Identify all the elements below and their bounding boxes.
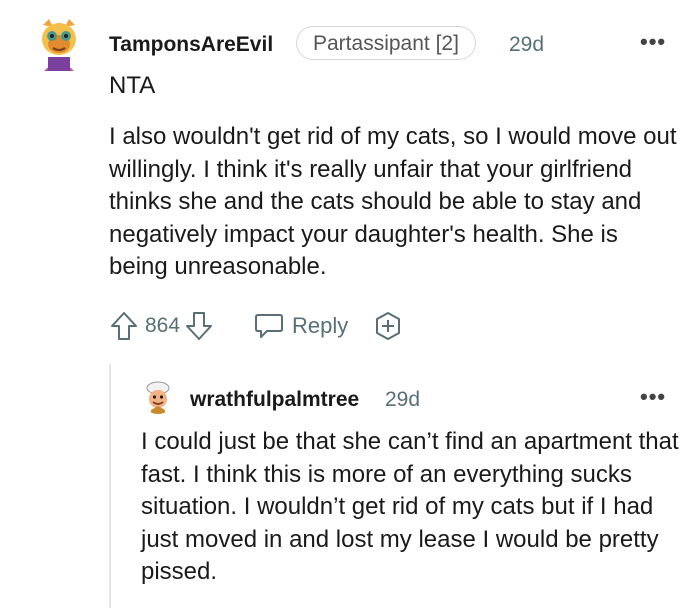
comment-more-options-icon[interactable]: ••• xyxy=(640,31,666,53)
arrow-up-icon[interactable] xyxy=(109,310,139,342)
comment-timestamp[interactable]: 29d xyxy=(509,33,544,57)
user-avatar[interactable] xyxy=(36,17,82,73)
reply-body: I could just be that she can’t find an a… xyxy=(141,428,679,586)
reply-user-avatar[interactable] xyxy=(141,380,175,414)
reply-timestamp[interactable]: 29d xyxy=(385,388,420,412)
reply-button-label: Reply xyxy=(292,313,349,338)
avatar-cat-icon xyxy=(36,17,82,73)
comment-username[interactable]: TamponsAreEvil xyxy=(109,33,273,57)
comment-body: I also wouldn't get rid of my cats, so I… xyxy=(109,123,677,281)
vote-score: 864 xyxy=(145,314,181,337)
thread-line[interactable] xyxy=(109,364,111,608)
reply-username[interactable]: wrathfulpalmtree xyxy=(190,388,359,412)
speech-bubble-icon xyxy=(255,314,284,338)
comment-verdict: NTA xyxy=(109,72,156,99)
comment-action-bar: 864 Reply xyxy=(109,308,404,344)
reply-button[interactable]: Reply xyxy=(254,312,348,340)
arrow-down-icon[interactable] xyxy=(184,310,214,342)
plus-circle-icon[interactable] xyxy=(372,310,404,342)
reply-more-options-icon[interactable]: ••• xyxy=(640,386,666,408)
avatar-chef-icon xyxy=(141,380,175,414)
user-flair-badge: Partassipant [2] xyxy=(296,26,476,60)
